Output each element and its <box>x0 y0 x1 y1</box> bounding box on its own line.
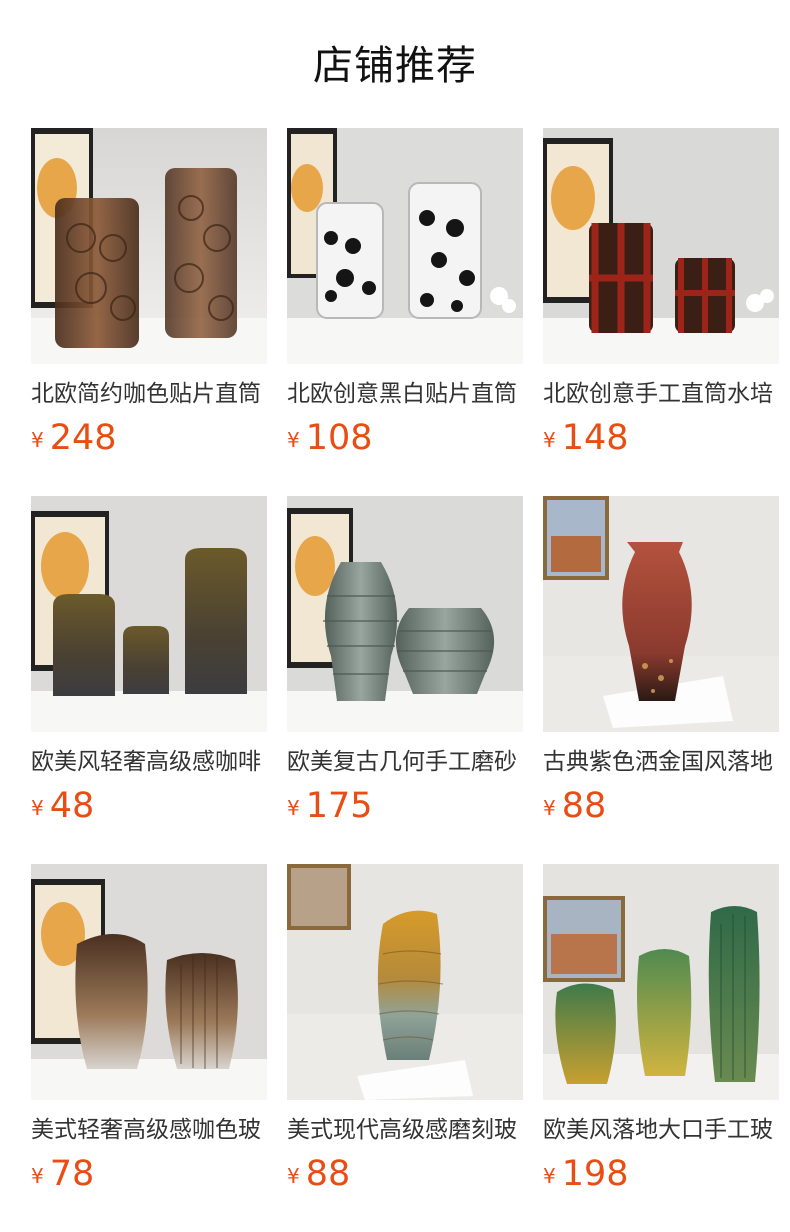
price-row: ¥148 <box>543 418 779 458</box>
currency-symbol: ¥ <box>287 1164 300 1188</box>
product-grid: 北欧简约咖色贴片直筒 ¥248 北欧创意黑白贴片直筒 ¥ 108 北欧创意手工直… <box>31 128 781 1232</box>
currency-symbol: ¥ <box>31 428 44 452</box>
product-name[interactable]: 美式轻奢高级感咖色玻 <box>31 1114 267 1146</box>
product-image[interactable] <box>287 864 523 1100</box>
product-name[interactable]: 北欧创意手工直筒水培 <box>543 378 779 410</box>
price-row: ¥48 <box>31 786 267 826</box>
currency-symbol: ¥ <box>287 428 300 452</box>
currency-symbol: ¥ <box>543 796 556 820</box>
product-image[interactable] <box>543 128 779 364</box>
product-card[interactable]: 欧美风落地大口手工玻 ¥198 <box>543 864 779 1232</box>
currency-symbol: ¥ <box>31 796 44 820</box>
product-card[interactable]: 欧美复古几何手工磨砂 ¥175 <box>287 496 523 864</box>
product-card[interactable]: 北欧创意黑白贴片直筒 ¥108 <box>287 128 523 496</box>
product-price: 248 <box>49 418 117 458</box>
price-row: ¥198 <box>543 1154 779 1194</box>
currency-symbol: ¥ <box>543 1164 556 1188</box>
product-price: 148 <box>561 418 629 458</box>
product-price: 88 <box>305 1154 351 1194</box>
product-image[interactable] <box>287 128 523 364</box>
product-image[interactable] <box>543 496 779 732</box>
product-price: 88 <box>561 786 607 826</box>
product-name[interactable]: 欧美复古几何手工磨砂 <box>287 746 523 778</box>
price-row: ¥175 <box>287 786 523 826</box>
price-row: ¥248 <box>31 418 267 458</box>
product-price: 108 <box>305 418 373 458</box>
product-image[interactable] <box>31 864 267 1100</box>
price-row: ¥78 <box>31 1154 267 1194</box>
page-title: 店铺推荐 <box>313 43 477 89</box>
product-image[interactable] <box>31 128 267 364</box>
product-card[interactable]: 美式现代高级感磨刻玻 ¥88 <box>287 864 523 1232</box>
product-name[interactable]: 美式现代高级感磨刻玻 <box>287 1114 523 1146</box>
product-image[interactable] <box>543 864 779 1100</box>
product-price: 78 <box>49 1154 95 1194</box>
product-name[interactable]: 欧美风落地大口手工玻 <box>543 1114 779 1146</box>
currency-symbol: ¥ <box>31 1164 44 1188</box>
price-row: ¥88 <box>543 786 779 826</box>
product-card[interactable]: 美式轻奢高级感咖色玻 ¥78 <box>31 864 267 1232</box>
product-card[interactable]: 北欧简约咖色贴片直筒 ¥248 <box>31 128 267 496</box>
product-name[interactable]: 北欧简约咖色贴片直筒 <box>31 378 267 410</box>
price-row: ¥108 <box>287 418 523 458</box>
price-row: ¥88 <box>287 1154 523 1194</box>
product-price: 175 <box>305 786 373 826</box>
product-price: 198 <box>561 1154 629 1194</box>
product-card[interactable]: 北欧创意手工直筒水培 ¥148 <box>543 128 779 496</box>
store-recommendation-page: 店铺推荐 北欧简约咖色贴片直筒 ¥ 248 北欧创意黑白贴片直筒 ¥ 108 北… <box>0 0 790 1232</box>
currency-symbol: ¥ <box>287 796 300 820</box>
product-name[interactable]: 古典紫色洒金国风落地 <box>543 746 779 778</box>
product-price: 48 <box>49 786 95 826</box>
product-name[interactable]: 北欧创意黑白贴片直筒 <box>287 378 523 410</box>
currency-symbol: ¥ <box>543 428 556 452</box>
product-image[interactable] <box>31 496 267 732</box>
product-image[interactable] <box>287 496 523 732</box>
product-card[interactable]: 古典紫色洒金国风落地 ¥88 <box>543 496 779 864</box>
product-card[interactable]: 欧美风轻奢高级感咖啡 ¥48 <box>31 496 267 864</box>
product-name[interactable]: 欧美风轻奢高级感咖啡 <box>31 746 267 778</box>
